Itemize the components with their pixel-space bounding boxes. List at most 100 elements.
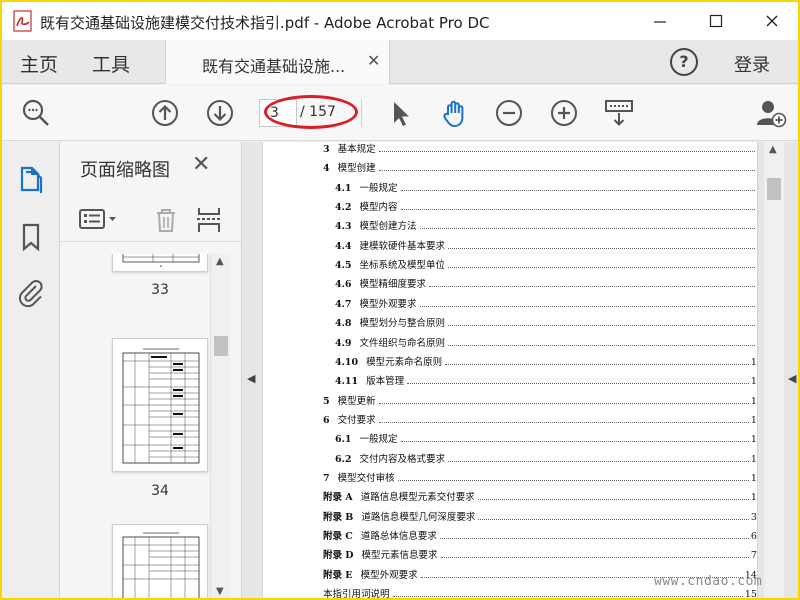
- login-button[interactable]: 登录: [734, 51, 770, 77]
- toc-entry[interactable]: 4.2 模型内容 4: [335, 194, 757, 213]
- extract-pages-icon[interactable]: [193, 204, 225, 236]
- next-page-icon[interactable]: [204, 97, 236, 129]
- toc-entry[interactable]: 附录 D 模型元素信息要求 70: [323, 542, 757, 562]
- toc-entry[interactable]: 6.1 一般规定 13: [335, 426, 757, 446]
- toc-entry-number: 4.11: [335, 376, 359, 388]
- toc-entry-number: 4.6: [335, 279, 352, 291]
- toc-entry-title: 模型划分与整合原则: [359, 318, 446, 330]
- toc-entry-page: 16: [750, 492, 757, 504]
- toc-dot-leader: [400, 209, 755, 211]
- toc-entry[interactable]: 4.9 文件组织与命名原则 9: [335, 330, 757, 349]
- toc-entry[interactable]: 6.2 交付内容及格式要求 13: [335, 446, 757, 465]
- toc-entry-number: 4.5: [335, 260, 352, 272]
- thumbnail-page[interactable]: [112, 338, 208, 472]
- thumbnails-toolbar: [60, 198, 242, 242]
- thumbnail-preview-image: [122, 348, 200, 464]
- tab-close-icon[interactable]: ✕: [367, 51, 380, 70]
- close-panel-icon[interactable]: ✕: [192, 152, 210, 177]
- add-user-icon[interactable]: [755, 97, 787, 129]
- toc-entry[interactable]: 6 交付要求 13: [323, 407, 757, 426]
- bookmarks-icon[interactable]: [16, 222, 46, 252]
- maximize-button[interactable]: [690, 2, 742, 40]
- document-scrollbar[interactable]: ▲: [764, 142, 784, 598]
- toc-entry-title: 文件组织与命名原则: [359, 337, 446, 349]
- tab-home[interactable]: 主页: [20, 50, 58, 77]
- collapse-left-panel-icon[interactable]: ◀: [247, 372, 255, 385]
- toc-entry-title: 本指引用词说明: [323, 589, 390, 600]
- pdf-page: 3基本规定34模型创建44.1一般规定44.2模型内容44.3模型创建方法44.…: [262, 142, 758, 600]
- page-thumbnails-icon[interactable]: [16, 164, 46, 194]
- select-cursor-icon[interactable]: [385, 97, 417, 129]
- highlight-annotation-ellipse: [264, 95, 358, 129]
- toc-entry-number: 6.1: [335, 434, 352, 446]
- maximize-icon: [709, 14, 723, 28]
- zoom-out-icon[interactable]: [493, 97, 525, 129]
- toc-entry[interactable]: 4.6 模型精细度要求 6: [335, 271, 757, 291]
- document-scroll-thumb[interactable]: [767, 178, 781, 200]
- tab-document[interactable]: 既有交通基础设施... ✕: [165, 40, 390, 84]
- thumbnails-scrollbar[interactable]: ▲ ▼: [210, 254, 230, 598]
- toc-entry[interactable]: 7 模型交付审核 15: [323, 465, 757, 484]
- toc-entry[interactable]: 附录 C 道路总体信息要求 66: [323, 523, 757, 542]
- help-icon[interactable]: ?: [670, 48, 698, 76]
- toc-entry-number: 5: [323, 395, 330, 407]
- toc-entry-title: 道路信息模型几何深度要求: [361, 511, 476, 523]
- toc-entry-page: 70: [750, 550, 757, 562]
- tab-bar: 主页 工具 既有交通基础设施... ✕ ? 登录: [2, 40, 798, 84]
- toc-entry-title: 模型交付审核: [337, 472, 395, 484]
- toc-dot-leader: [400, 441, 749, 443]
- toc-entry-number: 4.7: [335, 298, 352, 310]
- toc-dot-leader: [448, 325, 755, 327]
- toc-entry[interactable]: 3 基本规定 3: [323, 142, 757, 155]
- previous-page-icon[interactable]: [149, 97, 181, 129]
- search-zoom-icon[interactable]: [20, 97, 52, 129]
- toc-entry-title: 模型元素命名原则: [366, 356, 443, 368]
- toc-entry-page: 153: [744, 589, 757, 600]
- toc-entry-title: 道路信息模型元素交付要求: [360, 492, 475, 504]
- toc-entry[interactable]: 4.5 坐标系统及模型单位 5: [335, 252, 757, 272]
- expand-right-panel-icon[interactable]: ◀: [788, 372, 796, 385]
- toc-entry[interactable]: 4.4 建模软硬件基本要求 5: [335, 233, 757, 252]
- toc-entry-page: 10: [750, 376, 757, 388]
- scroll-up-arrow-icon[interactable]: ▲: [769, 144, 777, 155]
- toc-entry-page: 7: [757, 318, 758, 329]
- toc-entry-page: 13: [750, 414, 757, 426]
- toc-dot-leader: [448, 267, 755, 269]
- hand-tool-icon[interactable]: [439, 97, 471, 129]
- toc-entry[interactable]: 4.7 模型外观要求 7: [335, 291, 757, 310]
- toc-dot-leader: [392, 596, 743, 598]
- toc-entry[interactable]: 4.1 一般规定 4: [335, 175, 757, 194]
- toc-entry[interactable]: 4.10 模型元素命名原则 10: [335, 349, 757, 368]
- scroll-up-arrow-icon[interactable]: ▲: [216, 256, 224, 267]
- scroll-down-arrow-icon[interactable]: ▼: [216, 586, 224, 597]
- navigation-rail: [2, 142, 60, 598]
- toc-entry[interactable]: 附录 A 道路信息模型元素交付要求 16: [323, 484, 757, 504]
- toc-dot-leader: [440, 557, 749, 559]
- toc-entry-title: 一般规定: [359, 182, 398, 194]
- minimize-button[interactable]: [634, 2, 686, 40]
- close-window-button[interactable]: [746, 2, 798, 40]
- thumbnail-page[interactable]: [112, 524, 208, 598]
- toc-entry-title: 坐标系统及模型单位: [359, 260, 446, 272]
- title-bar: 既有交通基础设施建模交付技术指引.pdf - Adobe Acrobat Pro…: [2, 2, 798, 40]
- toc-entry[interactable]: 4 模型创建 4: [323, 155, 758, 174]
- attachments-icon[interactable]: [16, 278, 46, 308]
- toc-entry-number: 附录 B: [323, 511, 354, 523]
- toc-entry-page: 4: [757, 163, 758, 174]
- thumbnail-options-icon[interactable]: [78, 204, 122, 236]
- tab-tools[interactable]: 工具: [92, 50, 130, 77]
- toc-entry-number: 附录 C: [323, 531, 353, 542]
- thumbnails-scroll-thumb[interactable]: [214, 336, 228, 356]
- toc-entry[interactable]: 5 模型更新 12: [323, 388, 757, 407]
- toc-dot-leader: [397, 479, 749, 481]
- thumbnail-page[interactable]: [112, 254, 208, 272]
- thumbnail-preview-image: [122, 254, 200, 267]
- zoom-in-icon[interactable]: [548, 97, 580, 129]
- toc-entry[interactable]: 4.3 模型创建方法 4: [335, 213, 757, 232]
- toc-entry[interactable]: 4.11 版本管理 10: [335, 368, 757, 388]
- toc-entry-page: 38: [750, 511, 757, 523]
- keyboard-scroll-icon[interactable]: [603, 97, 635, 129]
- toc-entry[interactable]: 附录 B 道路信息模型几何深度要求 38: [323, 504, 757, 523]
- toc-entry[interactable]: 4.8 模型划分与整合原则 7: [335, 310, 758, 330]
- toc-entry-number: 4.10: [335, 356, 359, 368]
